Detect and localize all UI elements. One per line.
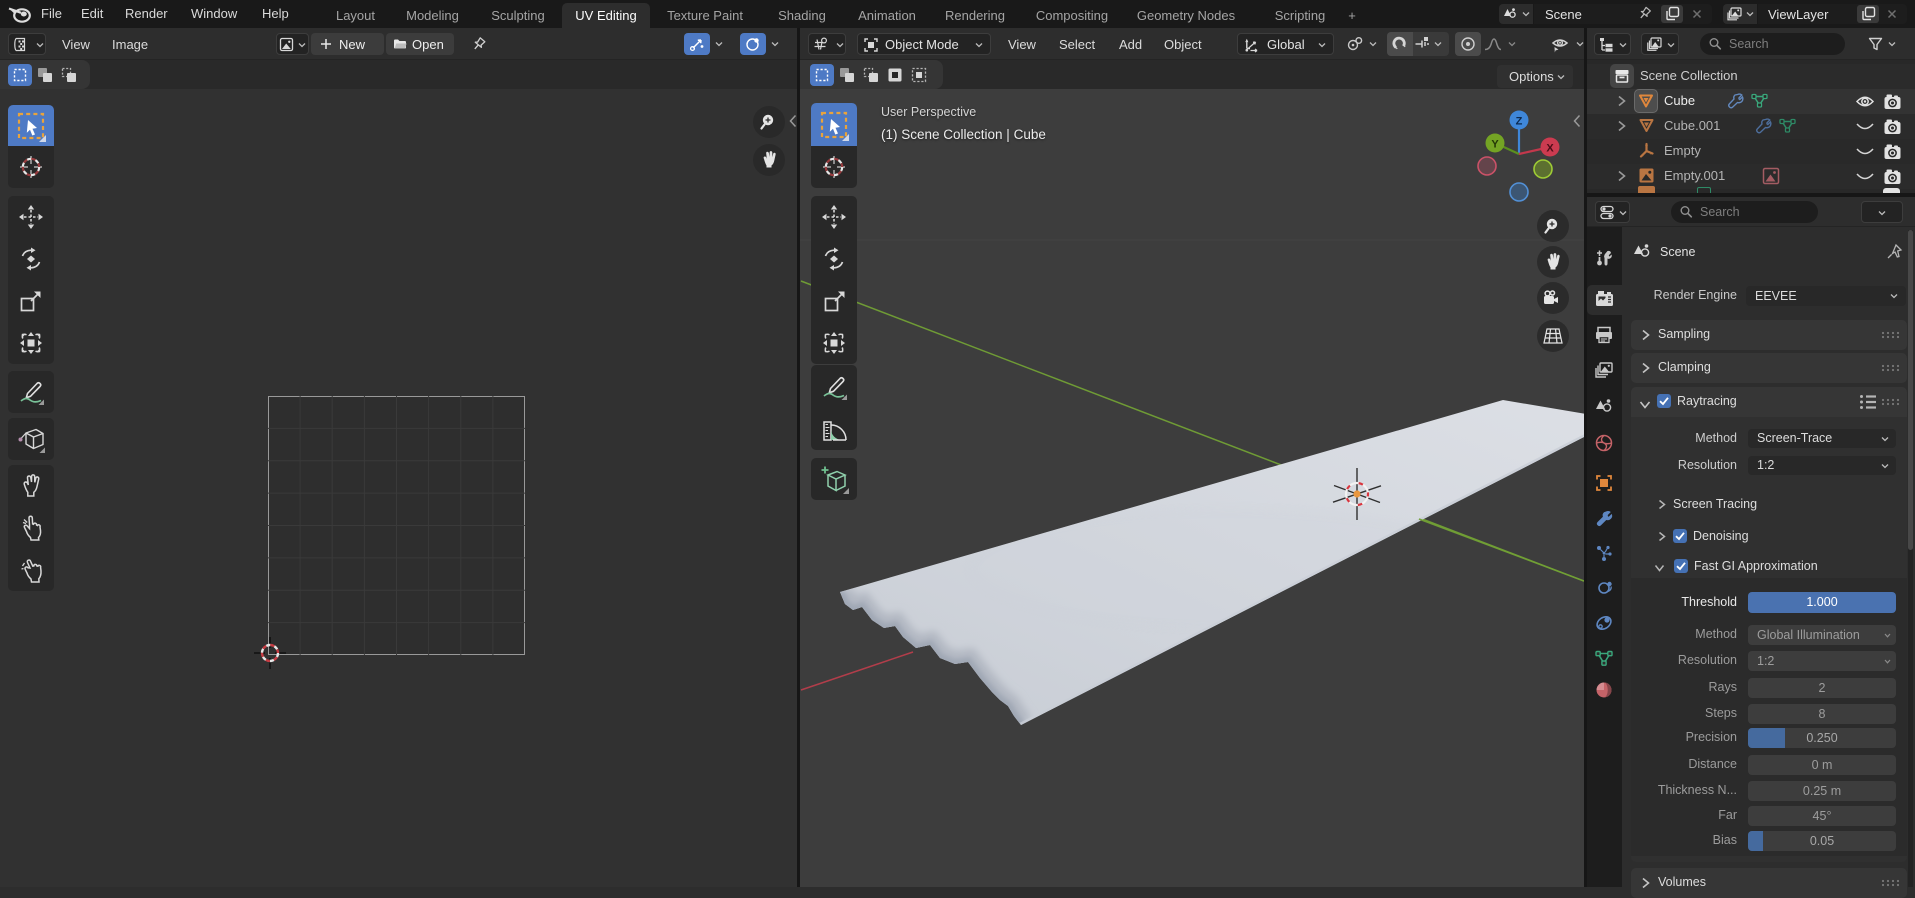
svg-text:X: X <box>1546 143 1554 155</box>
svg-text:Y: Y <box>1491 139 1499 151</box>
svg-text:Z: Z <box>1516 116 1523 128</box>
